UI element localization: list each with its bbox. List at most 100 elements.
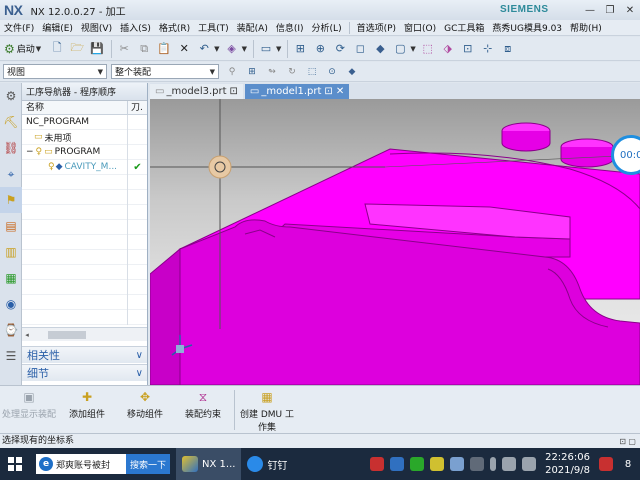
assembly-navigator-icon[interactable]: ▥ [0,239,22,265]
windows-start-icon[interactable] [0,448,30,480]
tree-row[interactable]: NC_PROGRAM [22,114,147,130]
undo-icon[interactable]: ↶ [195,39,213,59]
section-toggle-icon[interactable]: ⬗ [439,39,457,59]
operation-navigator-icon[interactable]: ⛏ [0,109,22,135]
reuse-library-icon[interactable]: ▦ [0,265,22,291]
roles-icon[interactable]: ☰ [0,343,22,369]
assembly-scope-select[interactable]: 整个装配 ▼ [111,64,219,79]
wcs-icon[interactable]: ⊹ [479,39,497,59]
history-icon[interactable]: ⌚ [0,317,22,343]
start-button[interactable]: ⚙ 启动 ▼ [4,42,48,56]
taskbar-dingtalk-app[interactable]: 钉钉 [241,448,293,480]
zoom-icon[interactable]: ⊕ [311,39,329,59]
selection-filter-icon[interactable]: ⚲ [223,62,241,82]
orient-view-icon[interactable]: ◻ [351,39,369,59]
column-name[interactable]: 名称 [22,101,128,114]
tray-app-icon[interactable] [502,457,517,471]
program-order-icon[interactable]: ⚑ [0,187,22,213]
notification-app-icon[interactable] [599,457,613,471]
column-tool[interactable]: 刀. [128,101,147,114]
layout-dropdown-icon[interactable]: ▼ [276,45,281,53]
display-assembly-button[interactable]: ▣ 处理显示装配 [0,386,58,433]
menu-gc-toolbox[interactable]: GC工具箱 [440,21,488,34]
tray-app-icon[interactable] [470,457,485,471]
tree-row[interactable]: ▭ 未用项 [22,129,147,145]
system-clock[interactable]: 22:26:06 2021/9/8 [539,451,596,477]
scroll-thumb[interactable] [48,330,86,339]
add-component-button[interactable]: ✚ 添加组件 [58,386,116,433]
collapse-icon[interactable]: − [26,147,34,157]
tree-row[interactable]: − ♀ ▭ PROGRAM [22,144,147,160]
menu-edit[interactable]: 编辑(E) [38,21,77,34]
delete-icon[interactable]: ✕ [175,39,193,59]
tray-app-icon[interactable] [450,457,465,471]
action-center-icon[interactable]: 8 [616,448,640,480]
menu-analysis[interactable]: 分析(L) [308,21,346,34]
wcs-handle-icon[interactable] [208,155,232,179]
tab-model1[interactable]: ▭ _model1.prt ⊡ ✕ [244,84,350,99]
paste-icon[interactable]: 📋 [155,39,173,59]
scroll-left-icon[interactable]: ◂ [22,331,32,339]
render-dropdown-icon[interactable]: ▼ [410,45,415,53]
tray-wechat-icon[interactable] [410,457,425,471]
rotate-view-icon[interactable]: ⟳ [331,39,349,59]
part-navigator-icon[interactable]: ▤ [0,213,22,239]
close-tab-icon[interactable]: ✕ [336,86,344,97]
menu-preferences[interactable]: 首选项(P) [353,21,400,34]
menu-file[interactable]: 文件(F) [0,21,38,34]
move-component-button[interactable]: ✥ 移动组件 [116,386,174,433]
fit-view-icon[interactable]: ⊞ [291,39,309,59]
menu-help[interactable]: 帮助(H) [566,21,606,34]
menu-info[interactable]: 信息(I) [272,21,308,34]
curve-rule-icon[interactable]: ⊙ [323,62,341,82]
tree-row[interactable]: ♀ ◆ CAVITY_M... ✔ [22,159,147,175]
assembly-constraint-button[interactable]: ⧖ 装配约束 [174,386,232,433]
menu-yanxiu-mold[interactable]: 燕秀UG模具9.03 [488,21,566,34]
microphone-icon[interactable] [490,457,497,471]
horizontal-scrollbar[interactable]: ◂ [22,327,147,341]
copy-icon[interactable]: ⧉ [135,39,153,59]
cut-icon[interactable]: ✂ [115,39,133,59]
section-related[interactable]: 相关性 ∨ [22,346,147,363]
tab-model3[interactable]: ▭ _model3.prt ⊡ [150,84,243,99]
select-point-icon[interactable]: ⬚ [303,62,321,82]
web-browser-icon[interactable]: ◉ [0,291,22,317]
layer-icon[interactable]: ⧈ [499,39,517,59]
section-details[interactable]: 细节 ∨ [22,364,147,381]
menu-assembly[interactable]: 装配(A) [233,21,272,34]
snap-view-icon[interactable]: ⊡ [459,39,477,59]
search-button[interactable]: 搜索一下 [126,454,171,474]
volume-icon[interactable] [522,457,537,471]
quick-pick-icon[interactable]: ↬ [263,62,281,82]
graphics-window[interactable]: 00:0 [150,99,640,385]
background-icon[interactable]: ▢ [391,39,409,59]
solid-body-icon[interactable]: ◆ [343,62,361,82]
tray-app-icon[interactable] [390,457,405,471]
menu-tools[interactable]: 工具(T) [194,21,233,34]
menu-format[interactable]: 格式(R) [155,21,194,34]
new-file-icon[interactable]: 🗋 [48,39,66,59]
tray-shield-icon[interactable] [370,457,385,471]
restore-button[interactable]: ❐ [600,0,620,20]
window-layout-icon[interactable]: ▭ [257,39,275,59]
edit-section-icon[interactable]: ⬚ [419,39,437,59]
paint-icon[interactable]: ◈ [223,39,241,59]
tray-app-icon[interactable] [430,457,445,471]
render-style-icon[interactable]: ◆ [371,39,389,59]
create-dmu-workset-button[interactable]: ▦ 创建 DMU 工作集 [237,386,297,433]
paint-dropdown-icon[interactable]: ▼ [242,45,247,53]
menu-view[interactable]: 视图(V) [77,21,116,34]
menu-insert[interactable]: 插入(S) [116,21,155,34]
save-icon[interactable]: 💾 [88,39,106,59]
snap-point-icon[interactable]: ⊞ [243,62,261,82]
machine-tool-icon[interactable]: ⛓ [0,135,22,161]
undo-dropdown-icon[interactable]: ▼ [214,45,219,53]
close-button[interactable]: ✕ [620,0,640,20]
open-file-icon[interactable]: 🗁 [68,39,86,59]
search-input[interactable]: e 郑爽账号被封 [36,454,126,474]
settings-icon[interactable]: ⚙ [0,83,22,109]
geometry-view-icon[interactable]: ⌖ [0,161,22,187]
minimize-button[interactable]: — [580,0,600,20]
taskbar-nx-app[interactable]: NX 1... [176,448,242,480]
select-all-icon[interactable]: ↻ [283,62,301,82]
